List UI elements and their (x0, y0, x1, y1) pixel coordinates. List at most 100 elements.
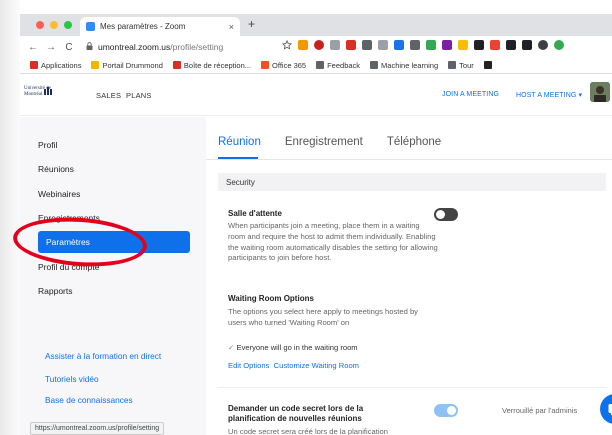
extension-icon[interactable] (362, 40, 372, 50)
user-photo-icon (590, 82, 610, 102)
forward-button[interactable]: → (46, 42, 56, 53)
bookmark-applications[interactable]: Applications (30, 61, 81, 70)
browser-tab[interactable]: Mes paramètres - Zoom × (80, 17, 240, 36)
settings-sidebar: Profil Réunions Webinaires Enregistremen… (20, 117, 206, 435)
extension-toolbar (282, 40, 564, 50)
extension-icon[interactable] (554, 40, 564, 50)
extension-icon[interactable] (506, 40, 516, 50)
waiting-options-description: The options you select here apply to mee… (228, 307, 418, 327)
sidebar-item-profil[interactable]: Profil (38, 140, 57, 150)
sidebar-item-reunions[interactable]: Réunions (38, 164, 74, 174)
toggle-knob (436, 210, 445, 219)
gmail-icon (172, 61, 181, 69)
host-meeting-menu[interactable]: HOST A MEETING ▾ (516, 91, 582, 99)
new-tab-button[interactable]: + (248, 17, 255, 31)
star-icon[interactable] (282, 40, 292, 50)
chat-support-button[interactable] (600, 394, 612, 424)
bookmark-ml[interactable]: Machine learning (370, 61, 438, 70)
bookmark-feedback[interactable]: Feedback (316, 61, 360, 70)
settings-main: Réunion Enregistrement Téléphone Securit… (206, 117, 612, 435)
bookmark-label: Applications (41, 60, 82, 70)
sidebar-item-webinaires[interactable]: Webinaires (38, 189, 80, 199)
bookmark-label: Tour (459, 60, 474, 70)
tab-title: Mes paramètres - Zoom (100, 22, 186, 31)
bookmark-office[interactable]: Office 365 (261, 61, 306, 70)
gmail-extension-icon[interactable] (346, 40, 356, 50)
bookmark-icon (483, 61, 492, 69)
lock-icon (86, 42, 93, 52)
passcode-toggle[interactable] (434, 404, 458, 417)
apps-grid-icon (30, 61, 38, 69)
extension-icon[interactable] (394, 40, 404, 50)
close-tab-icon[interactable]: × (229, 22, 234, 32)
url-field[interactable]: umontreal.zoom.us/profile/setting (86, 39, 296, 55)
star-bookmark-icon (91, 61, 100, 69)
sidebar-item-rapports[interactable]: Rapports (38, 286, 73, 296)
locked-by-admin-label: Verrouillé par l'adminis (502, 406, 578, 415)
training-link[interactable]: Assister à la formation en direct (45, 351, 161, 361)
avatar[interactable] (590, 82, 610, 102)
url-path: /profile/setting (170, 42, 224, 52)
extension-icon[interactable] (330, 40, 340, 50)
url-host: umontreal.zoom.us (98, 42, 171, 52)
bookmark-label: Machine learning (381, 60, 439, 70)
bookmarks-bar: Applications Portail Drummond Boîte de r… (20, 58, 612, 72)
tab-reunion[interactable]: Réunion (218, 136, 261, 148)
passcode-title: Demander un code secret lors de la plani… (228, 404, 364, 423)
knowledge-base-link[interactable]: Base de connaissances (45, 395, 133, 405)
edit-options-link[interactable]: Edit Options (228, 361, 269, 370)
toggle-knob (447, 406, 456, 415)
minimize-window-button[interactable] (50, 21, 58, 29)
chat-bubble-icon (608, 404, 612, 416)
waiting-options-title: Waiting Room Options (228, 294, 314, 303)
check-icon: ✓ (228, 343, 235, 352)
folder-icon (448, 61, 457, 69)
nav-plans[interactable]: PLANS (126, 91, 152, 100)
bookmark-portail[interactable]: Portail Drummond (91, 60, 163, 70)
extension-icon[interactable] (474, 40, 484, 50)
waiting-room-toggle[interactable] (434, 208, 458, 221)
status-bar-url: https://umontreal.zoom.us/profile/settin… (30, 422, 165, 435)
maximize-window-button[interactable] (64, 21, 72, 29)
settings-tabs: Réunion Enregistrement Téléphone (218, 136, 465, 148)
udem-logo[interactable]: Université de Montréal (24, 86, 60, 104)
close-window-button[interactable] (36, 21, 44, 29)
puzzle-icon[interactable] (522, 40, 532, 50)
nav-sales[interactable]: SALES (96, 91, 121, 100)
office-icon (261, 61, 270, 69)
extension-icon[interactable] (490, 40, 500, 50)
bookmark-label: Portail Drummond (102, 60, 163, 70)
folder-icon (316, 61, 325, 69)
extension-icon[interactable] (314, 40, 324, 50)
bookmark-tour[interactable]: Tour (448, 61, 474, 70)
extension-icon[interactable] (378, 40, 388, 50)
customize-waiting-room-link[interactable]: Customize Waiting Room (274, 361, 359, 370)
selected-option-label: Everyone will go in the waiting room (236, 343, 358, 352)
zoom-header: Université de Montréal SALES PLANS JOIN … (20, 74, 612, 116)
extension-icon[interactable] (458, 40, 468, 50)
tabs-divider (206, 159, 612, 160)
tab-telephone[interactable]: Téléphone (387, 136, 441, 148)
passcode-description: Un code secret sera créé lors de la plan… (228, 427, 388, 435)
back-button[interactable]: ← (28, 42, 38, 53)
section-header-security: Security (218, 173, 606, 191)
selected-waiting-option: ✓ Everyone will go in the waiting room (228, 343, 358, 352)
video-tutorials-link[interactable]: Tutoriels vidéo (45, 374, 99, 384)
extension-icon[interactable] (410, 40, 420, 50)
browser-window: Mes paramètres - Zoom × + ← → C umontrea… (20, 0, 612, 435)
bookmark-extra[interactable] (483, 61, 495, 69)
tab-enregistrement[interactable]: Enregistrement (285, 136, 363, 148)
extension-icon[interactable] (442, 40, 452, 50)
tab-strip: Mes paramètres - Zoom × + (20, 14, 612, 36)
bookmark-label: Office 365 (272, 60, 307, 70)
reload-button[interactable]: C (64, 42, 74, 53)
rss-extension-icon[interactable] (298, 40, 308, 50)
waiting-room-links: Edit Options Customize Waiting Room (228, 361, 359, 370)
waiting-room-description: When participants join a meeting, place … (228, 221, 438, 263)
bookmark-label: Boîte de réception... (183, 60, 252, 70)
extension-icon[interactable] (426, 40, 436, 50)
profile-icon[interactable] (538, 40, 548, 50)
join-meeting-link[interactable]: JOIN A MEETING (442, 91, 499, 98)
bookmark-inbox[interactable]: Boîte de réception... (172, 60, 252, 70)
zoom-favicon-icon (86, 22, 95, 31)
